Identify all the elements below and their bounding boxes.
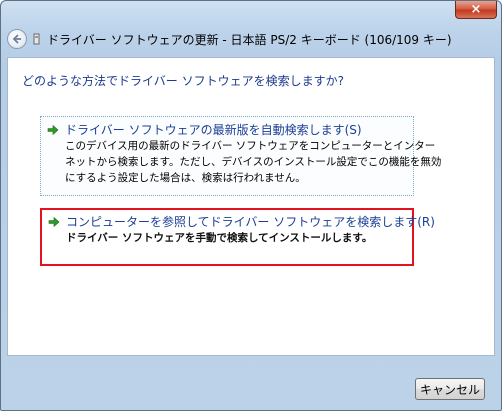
wizard-content: どのような方法でドライバー ソフトウェアを検索しますか? ドライバー ソフトウェ… <box>7 57 495 356</box>
green-arrow-icon <box>48 216 60 228</box>
close-icon: × <box>470 2 482 17</box>
auto-search-title: ドライバー ソフトウェアの最新版を自動検索します(S) <box>65 123 362 137</box>
cancel-button[interactable]: キャンセル <box>415 378 485 400</box>
auto-search-option[interactable]: ドライバー ソフトウェアの最新版を自動検索します(S) このデバイス用の最新のド… <box>40 116 442 196</box>
back-arrow-icon <box>12 34 21 44</box>
auto-search-description-line: ネットから検索します。ただし、デバイスのインストール設定でこの機能を無効 <box>65 156 442 168</box>
browse-computer-title: コンピューターを参照してドライバー ソフトウェアを検索します(R) <box>66 215 435 229</box>
keyboard-device-icon <box>33 32 41 46</box>
green-arrow-icon <box>47 124 59 136</box>
search-method-question: どのような方法でドライバー ソフトウェアを検索しますか? <box>22 74 344 88</box>
browse-computer-description-line: ドライバー ソフトウェアを手動で検索してインストールします。 <box>66 232 373 244</box>
auto-search-description-line: このデバイス用の最新のドライバー ソフトウェアをコンピューターとインター <box>65 140 436 152</box>
wizard-header: ドライバー ソフトウェアの更新 - 日本語 PS/2 キーボード (106/10… <box>7 27 491 51</box>
browse-computer-option[interactable]: コンピューターを参照してドライバー ソフトウェアを検索します(R) ドライバー … <box>40 208 435 266</box>
browse-computer-description: ドライバー ソフトウェアを手動で検索してインストールします。 <box>66 230 411 246</box>
auto-search-description: このデバイス用の最新のドライバー ソフトウェアをコンピューターとインター ネット… <box>65 138 442 186</box>
auto-search-description-line: にするよう設定した場合は、検索は行われません。 <box>65 172 306 184</box>
driver-update-window: × ドライバー ソフトウェアの更新 - 日本語 PS/2 キーボード (106/… <box>0 0 502 411</box>
wizard-title: ドライバー ソフトウェアの更新 - 日本語 PS/2 キーボード (106/10… <box>47 32 452 47</box>
close-button[interactable]: × <box>455 1 497 19</box>
back-button[interactable] <box>7 29 27 49</box>
